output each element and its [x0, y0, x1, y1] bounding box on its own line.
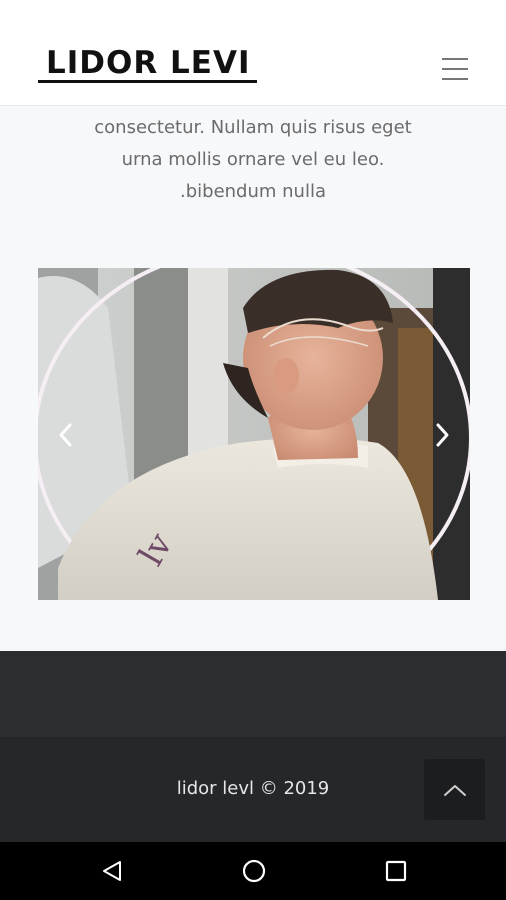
hamburger-menu-icon	[442, 58, 468, 60]
hamburger-menu-icon-bar	[442, 68, 468, 70]
barber-haircut-photo: lv	[38, 268, 470, 600]
carousel-next-button[interactable]	[422, 418, 462, 452]
recents-square-icon	[385, 860, 407, 882]
chevron-up-icon	[443, 784, 466, 796]
hamburger-menu-icon-bar	[442, 78, 468, 80]
intro-text: consectetur. Nullam quis risus eget urna…	[30, 112, 476, 208]
image-carousel[interactable]: lv	[38, 268, 470, 600]
site-header: LIDOR LEVI	[0, 0, 506, 106]
intro-line: consectetur. Nullam quis risus eget	[94, 117, 412, 138]
site-logo[interactable]: LIDOR LEVI	[38, 46, 257, 83]
home-circle-icon	[242, 859, 266, 883]
android-back-button[interactable]	[97, 856, 127, 886]
back-to-top-button[interactable]	[424, 759, 485, 820]
hamburger-menu-button[interactable]	[442, 58, 472, 80]
back-triangle-icon	[103, 861, 121, 881]
carousel-prev-button[interactable]	[46, 418, 86, 452]
android-home-button[interactable]	[239, 856, 269, 886]
android-recents-button[interactable]	[381, 856, 411, 886]
chevron-right-icon	[436, 423, 449, 447]
page: LIDOR LEVI consectetur. Nullam quis risu…	[0, 0, 506, 900]
chevron-left-icon	[59, 423, 72, 447]
dark-band	[0, 651, 506, 737]
android-navigation-bar	[0, 842, 506, 900]
intro-line: urna mollis ornare vel eu leo.	[121, 149, 385, 170]
intro-line: .bibendum nulla	[180, 181, 326, 202]
